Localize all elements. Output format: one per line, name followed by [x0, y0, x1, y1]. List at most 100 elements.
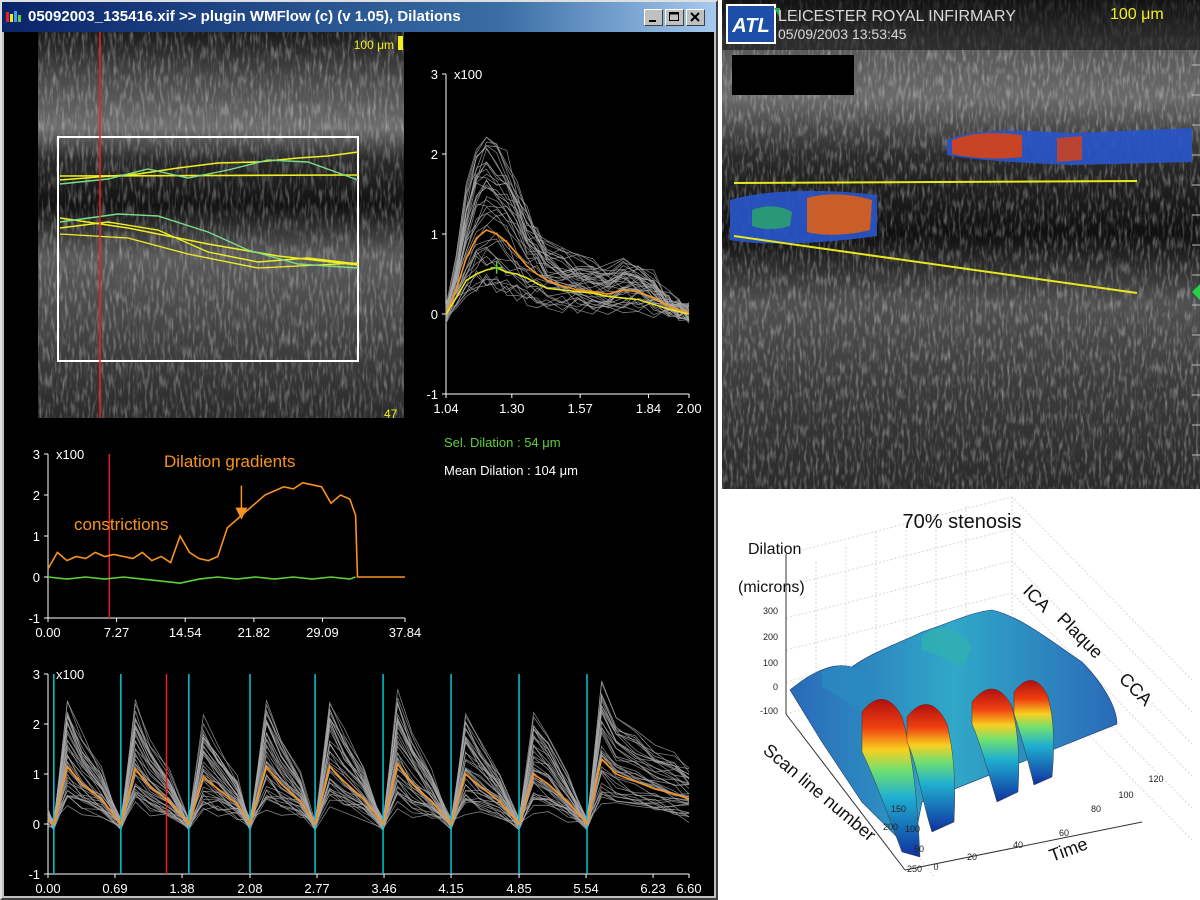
axis-multiplier: x100 — [454, 67, 482, 82]
title-bar[interactable]: 05092003_135416.xif >> plugin WMFlow (c)… — [2, 2, 716, 32]
y-tick-label: 1 — [33, 529, 40, 544]
profile-chart-svg: 3 2 1 0 -11.04 1.30 1.57 1.84 2.00 x100 — [426, 67, 701, 416]
x-tick-label: 0.00 — [35, 881, 60, 896]
y-tick-label: -1 — [28, 611, 40, 626]
y-tick-label: 0 — [33, 817, 40, 832]
app-icon — [6, 11, 21, 22]
trace-envelope — [47, 680, 690, 832]
x-tick-label: 2.00 — [676, 401, 701, 416]
z-tick-minus100: -100 — [760, 706, 778, 716]
y-tick-label: 0 — [33, 570, 40, 585]
plugin-client-area: 100 μm 47 3 2 1 0 -1 1.04 1.30 1.57 1.84 2.00 x100… — [4, 32, 714, 896]
y-tick-label: -1 — [28, 867, 40, 882]
constrictions-label: constrictions — [74, 515, 169, 534]
y-tick-label: 0 — [431, 307, 438, 322]
x-tick-label: 0.69 — [102, 881, 127, 896]
x-tick-label: 1.57 — [568, 401, 593, 416]
plugin-window: 05092003_135416.xif >> plugin WMFlow (c)… — [0, 0, 718, 900]
selected-point-marker — [490, 261, 503, 274]
x-tick-label: 1.30 — [499, 401, 524, 416]
scale-label: 100 μm — [354, 38, 394, 52]
axis-multiplier: x100 — [56, 447, 84, 462]
y-tick-40: 40 — [1013, 840, 1023, 850]
profile-chart[interactable]: 3 2 1 0 -1 1.04 1.30 1.57 1.84 2.00 x100 — [406, 58, 714, 428]
z-tick-300: 300 — [763, 606, 778, 616]
y-tick-120: 120 — [1148, 774, 1163, 784]
y-tick-label: 2 — [431, 147, 438, 162]
surface-plot: 300 200 100 0 -100 0 50 100 150 200 250 … — [722, 492, 1200, 900]
maximize-icon — [669, 12, 679, 21]
x-tick-label: 4.85 — [506, 881, 531, 896]
minimize-button[interactable] — [644, 9, 663, 26]
z-tick-200: 200 — [763, 632, 778, 642]
ultrasound-image-canvas: 100 μm 47 — [8, 32, 404, 418]
z-tick-100: 100 — [763, 658, 778, 668]
close-icon — [690, 12, 700, 22]
atl-logo: ATL — [731, 15, 769, 37]
window-title: 05092003_135416.xif >> plugin WMFlow (c)… — [28, 8, 461, 25]
y-tick-label: 2 — [33, 717, 40, 732]
dilation-stats: Sel. Dilation : 54 μm Mean Dilation : 10… — [444, 430, 714, 490]
gradient-arrow-head — [235, 507, 248, 520]
x-tick-label: 6.60 — [676, 881, 701, 896]
scan-datetime: 05/09/2003 13:53:45 — [778, 26, 907, 42]
doppler-scale-label: 100 μm — [1110, 6, 1164, 23]
y-tick-label: 3 — [431, 67, 438, 82]
x-tick-label: 5.54 — [573, 881, 598, 896]
x-tick-0: 0 — [933, 862, 938, 872]
close-button[interactable] — [686, 9, 705, 26]
y-tick-label: 3 — [33, 447, 40, 462]
selected-dilation: Sel. Dilation : 54 μm — [444, 435, 561, 450]
x-tick-label: 14.54 — [169, 625, 202, 640]
y-tick-label: -1 — [426, 387, 438, 402]
hospital-name: LEICESTER ROYAL INFIRMARY — [778, 8, 1016, 25]
y-axis-label: Time — [1047, 834, 1091, 866]
series-line-2 — [47, 576, 356, 585]
surface-plot-svg: 300 200 100 0 -100 0 50 100 150 200 250 … — [738, 496, 1193, 879]
x-tick-50: 50 — [914, 844, 924, 854]
maximize-button[interactable] — [665, 9, 684, 26]
trace-line — [445, 144, 689, 316]
x-tick-150: 150 — [891, 804, 906, 814]
y-tick-label: 2 — [33, 488, 40, 503]
x-tick-label: 37.84 — [389, 625, 422, 640]
x-tick-200: 200 — [883, 822, 898, 832]
time-chart-svg: 3 2 1 0 -10.00 0.69 1.38 2.08 2.77 3.46 4.15 4.85 5.… — [28, 667, 701, 896]
x-tick-label: 6.23 — [640, 881, 665, 896]
ultrasound-image[interactable]: 100 μm 47 — [8, 32, 404, 418]
z-tick-0: 0 — [773, 682, 778, 692]
gradient-chart[interactable]: 3 2 1 0 -1 0.00 7.27 14.54 21.82 29.09 37.84 x100 D… — [4, 432, 444, 642]
x-tick-label: 2.77 — [304, 881, 329, 896]
doppler-image: ATL LEICESTER ROYAL INFIRMARY 05/09/2003… — [722, 0, 1200, 489]
x-tick-label: 2.08 — [237, 881, 262, 896]
x-tick-label: 21.82 — [238, 625, 271, 640]
dilation-gradients-label: Dilation gradients — [164, 452, 296, 471]
region-label-ica: ICA — [1019, 581, 1054, 616]
x-tick-label: 0.00 — [35, 625, 60, 640]
frame-number: 47 — [384, 407, 398, 418]
y-tick-20: 20 — [967, 852, 977, 862]
y-tick-60: 60 — [1059, 828, 1069, 838]
surface-title: 70% stenosis — [903, 511, 1022, 533]
z-axis-units: (microns) — [738, 579, 805, 596]
time-chart[interactable]: 3 2 1 0 -1 0.00 0.69 1.38 2.08 2.77 3.46 4.15 4.85 5.… — [4, 658, 714, 896]
trace-line — [445, 179, 690, 317]
z-axis-label: Dilation — [748, 541, 801, 558]
x-tick-label: 29.09 — [306, 625, 339, 640]
minimize-icon — [649, 20, 656, 22]
x-tick-100: 100 — [905, 824, 920, 834]
trace-line — [445, 148, 690, 321]
x-tick-label: 1.84 — [636, 401, 661, 416]
y-tick-label: 3 — [33, 667, 40, 682]
x-tick-label: 1.04 — [433, 401, 458, 416]
x-tick-label: 7.27 — [104, 625, 129, 640]
x-tick-250: 250 — [907, 864, 922, 874]
x-tick-label: 1.38 — [169, 881, 194, 896]
y-tick-label: 1 — [431, 227, 438, 242]
y-tick-label: 1 — [33, 767, 40, 782]
trace-line — [445, 255, 690, 324]
mean-dilation: Mean Dilation : 104 μm — [444, 463, 578, 478]
x-tick-label: 4.15 — [438, 881, 463, 896]
doppler-image-canvas: ATL LEICESTER ROYAL INFIRMARY 05/09/2003… — [722, 0, 1200, 489]
axis-multiplier: x100 — [56, 667, 84, 682]
